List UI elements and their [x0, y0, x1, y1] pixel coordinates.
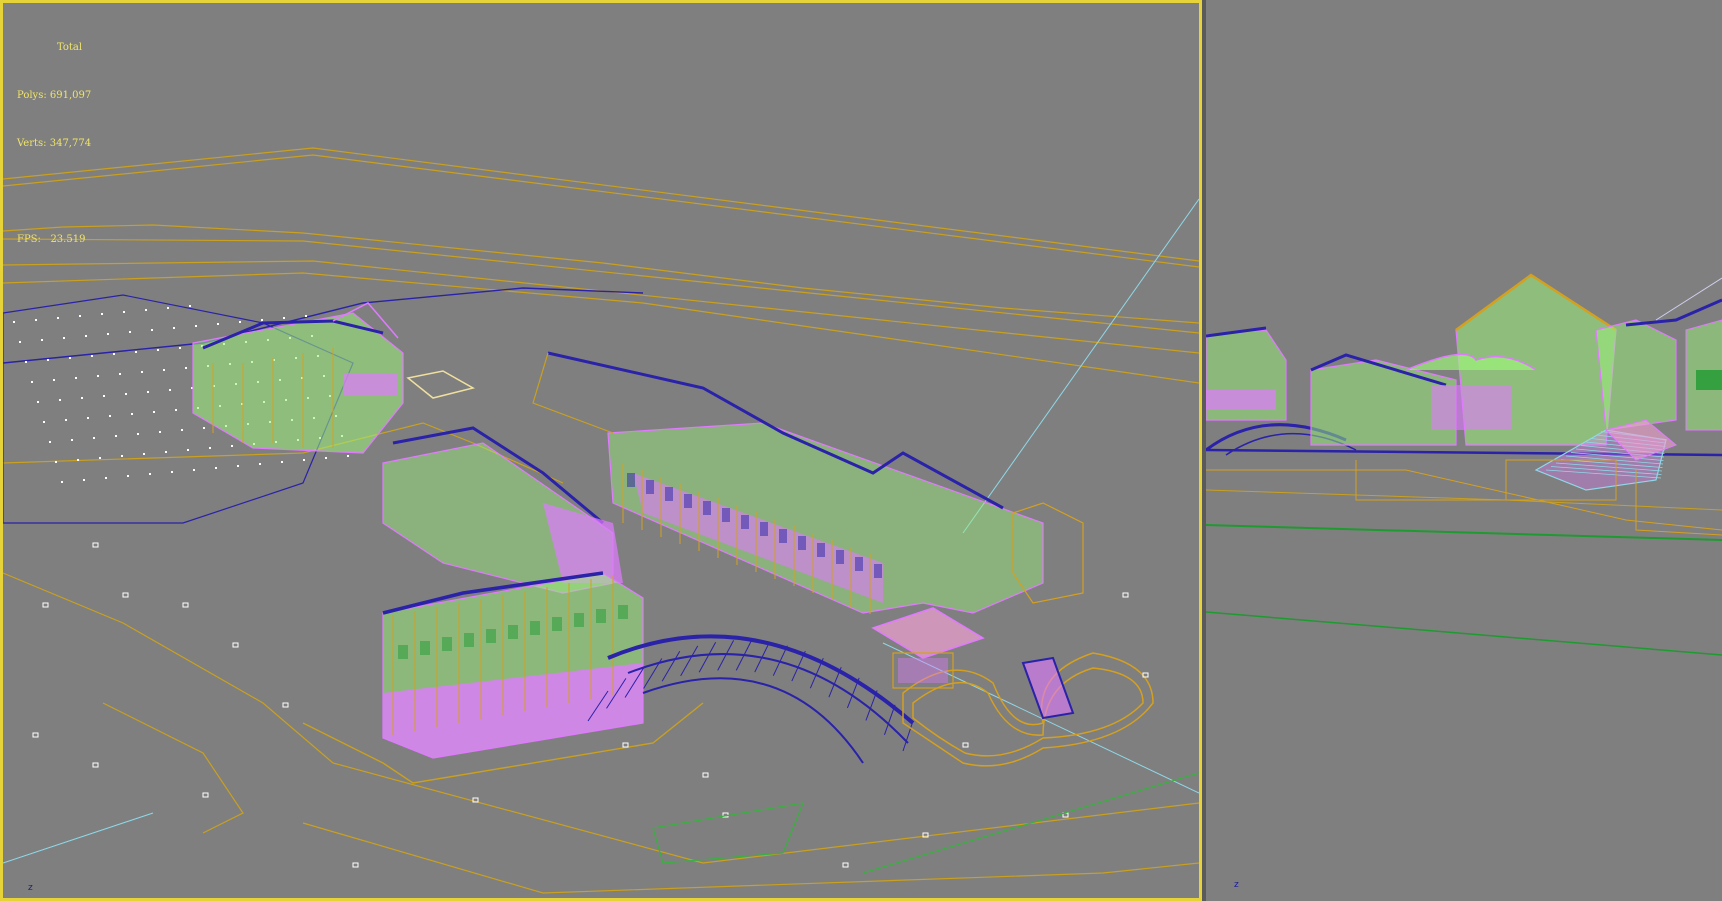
perspective-viewport[interactable]: Total Polys: 691,097 Verts: 347,774 FPS:… [0, 0, 1202, 901]
building-middle [382, 426, 623, 594]
stats-polys-value: 691,097 [49, 90, 92, 101]
pavilion [871, 607, 985, 689]
axis-z-label: z [28, 883, 33, 893]
stats-verts-value: 347,774 [49, 138, 92, 149]
right-building-center [1310, 273, 1722, 446]
stats-total-label: Total [57, 42, 83, 53]
light-helper-line [962, 198, 1199, 534]
secondary-viewport[interactable]: z [1206, 0, 1722, 901]
stats-polys-label: Polys: [17, 90, 47, 101]
stats-fps-label: FPS: [17, 234, 41, 245]
axis-z-label-right: z [1234, 880, 1239, 890]
building-front [302, 571, 704, 784]
left-wireframe-scene [3, 147, 1199, 894]
stats-verts-label: Verts: [17, 138, 47, 149]
right-wireframe-scene [1206, 273, 1722, 656]
stats-fps-value: 23.519 [50, 234, 86, 245]
3d-modeling-app: Total Polys: 691,097 Verts: 347,774 FPS:… [0, 0, 1722, 901]
building-top-left [192, 302, 476, 454]
viewport-statistics: Total Polys: 691,097 Verts: 347,774 FPS:… [17, 8, 91, 280]
